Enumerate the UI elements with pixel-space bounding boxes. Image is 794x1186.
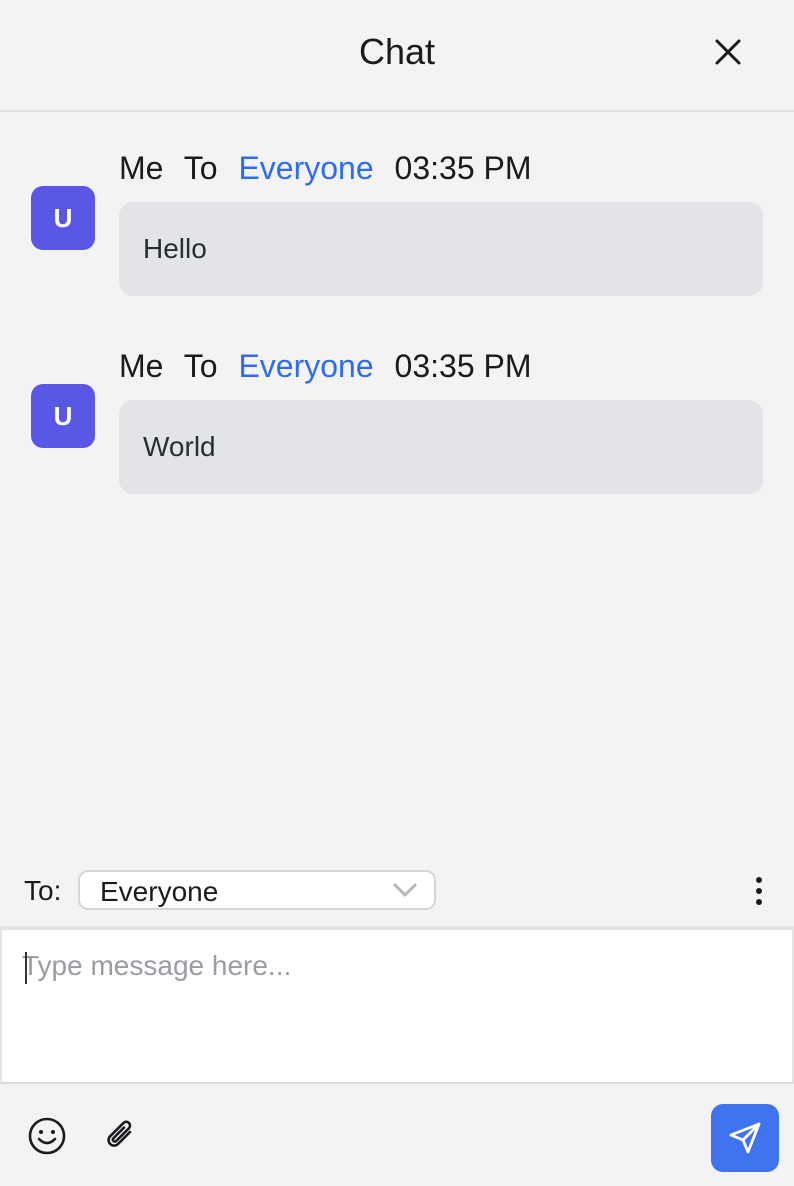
message-bubble: World xyxy=(119,400,763,494)
message-time: 03:35 PM xyxy=(394,348,532,384)
text-cursor xyxy=(25,952,27,984)
message-input[interactable] xyxy=(22,948,762,1058)
chat-title: Chat xyxy=(358,31,436,72)
recipient-label: To: xyxy=(24,875,62,906)
more-vertical-icon xyxy=(756,877,762,905)
recipient-select-value: Everyone xyxy=(100,876,219,907)
attach-button[interactable] xyxy=(100,1116,140,1156)
message-list[interactable]: U Me To Everyone 03:35 PM Hello U Me To … xyxy=(0,112,794,852)
close-icon xyxy=(715,39,741,65)
avatar: U xyxy=(31,186,95,250)
message-recipient[interactable]: Everyone xyxy=(238,150,373,186)
send-icon xyxy=(729,1122,761,1154)
message-to-word: To xyxy=(183,150,218,186)
message-meta: Me To Everyone 03:35 PM xyxy=(119,148,544,188)
emoji-button[interactable] xyxy=(27,1116,67,1156)
avatar: U xyxy=(31,384,95,448)
close-button[interactable] xyxy=(712,36,744,68)
chat-header: Chat xyxy=(0,0,794,112)
message-recipient[interactable]: Everyone xyxy=(238,348,373,384)
composer-toolbar xyxy=(0,1084,794,1186)
paperclip-icon xyxy=(107,1120,132,1147)
message-to-word: To xyxy=(183,348,218,384)
more-options-button[interactable] xyxy=(750,874,768,908)
message-item: U Me To Everyone 03:35 PM Hello xyxy=(0,112,794,296)
chevron-down-icon xyxy=(393,883,417,897)
send-button[interactable] xyxy=(711,1104,779,1172)
recipient-row: To: Everyone xyxy=(0,866,794,916)
message-composer xyxy=(0,926,794,1084)
message-bubble: Hello xyxy=(119,202,763,296)
message-meta: Me To Everyone 03:35 PM xyxy=(119,346,544,386)
chat-panel: Chat U Me To Everyone 03:35 PM Hello U M… xyxy=(0,0,794,1186)
emoji-icon xyxy=(28,1117,66,1155)
message-sender: Me xyxy=(119,150,164,186)
message-time: 03:35 PM xyxy=(394,150,532,186)
message-item: U Me To Everyone 03:35 PM World xyxy=(0,310,794,494)
recipient-select[interactable]: Everyone xyxy=(78,870,436,910)
message-sender: Me xyxy=(119,348,164,384)
